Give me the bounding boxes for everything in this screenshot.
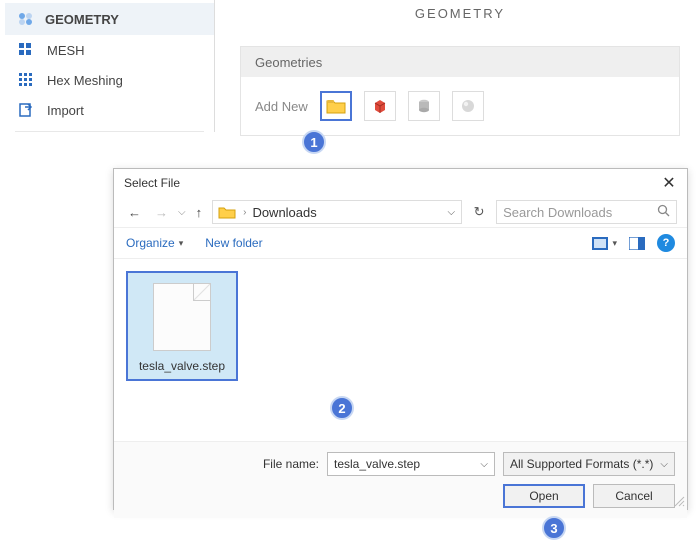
pane-icon: [629, 237, 645, 250]
resize-handle[interactable]: [673, 495, 685, 507]
file-thumb-icon: [153, 283, 211, 351]
add-from-file-button[interactable]: [320, 91, 352, 121]
callout-3: 3: [542, 516, 566, 540]
filename-value: tesla_valve.step: [334, 457, 420, 471]
filename-label: File name:: [263, 457, 319, 471]
sidebar-item-label: MESH: [47, 43, 85, 58]
add-cylinder-button[interactable]: [408, 91, 440, 121]
open-label: Open: [529, 489, 558, 503]
chevron-down-icon: ▾: [612, 238, 617, 249]
filename-input[interactable]: tesla_valve.step ⌵: [327, 452, 495, 476]
path-folder-label: Downloads: [252, 205, 316, 220]
format-value: All Supported Formats (*.*): [510, 457, 653, 471]
dialog-footer: File name: tesla_valve.step ⌵ All Suppor…: [114, 441, 687, 518]
page-title: GEOMETRY: [240, 6, 680, 21]
format-select[interactable]: All Supported Formats (*.*) ⌵: [503, 452, 675, 476]
select-file-dialog: Select File ✕ ← → ⌵ ↑ › Downloads ⌵ ↻ Se…: [113, 168, 688, 510]
import-icon: [17, 102, 35, 118]
file-list: tesla_valve.step: [114, 259, 687, 441]
nav-forward-button[interactable]: →: [151, 205, 172, 220]
geometries-panel-header: Geometries: [241, 47, 679, 77]
dialog-toolbar: Organize ▾ New folder ▾ ?: [114, 227, 687, 259]
view-icon: [592, 237, 608, 250]
dialog-titlebar: Select File ✕: [114, 169, 687, 197]
path-box[interactable]: › Downloads ⌵: [212, 200, 462, 224]
mesh-icon: [17, 42, 35, 58]
refresh-button[interactable]: ↻: [468, 200, 490, 224]
organize-menu[interactable]: Organize ▾: [126, 236, 183, 250]
view-mode-button[interactable]: ▾: [592, 237, 617, 250]
dialog-title-label: Select File: [124, 176, 180, 190]
file-name-label: tesla_valve.step: [134, 359, 230, 373]
new-folder-button[interactable]: New folder: [205, 236, 262, 250]
sidebar-item-import[interactable]: Import: [5, 95, 214, 125]
geometries-panel: Geometries Add New: [240, 46, 680, 136]
close-button[interactable]: ✕: [659, 173, 679, 193]
folder-icon: [217, 203, 237, 221]
organize-label: Organize: [126, 236, 175, 250]
sidebar: GEOMETRY MESH Hex Meshing Import: [5, 0, 215, 132]
chevron-down-icon: ⌵: [480, 459, 488, 470]
sidebar-header-label: GEOMETRY: [45, 12, 119, 27]
panel-title-label: Geometries: [255, 55, 322, 70]
open-button[interactable]: Open: [503, 484, 585, 508]
hex-meshing-icon: [17, 72, 35, 88]
folder-icon: [326, 98, 346, 114]
sidebar-item-hex-meshing[interactable]: Hex Meshing: [5, 65, 214, 95]
search-placeholder: Search Downloads: [503, 205, 612, 220]
chevron-down-icon: ▾: [179, 238, 184, 249]
callout-1: 1: [302, 130, 326, 154]
sphere-icon: [460, 98, 476, 114]
nav-back-button[interactable]: ←: [124, 205, 145, 220]
recent-dropdown[interactable]: ⌵: [178, 207, 186, 218]
sidebar-item-label: Import: [47, 103, 84, 118]
search-icon: [657, 204, 670, 220]
new-folder-label: New folder: [205, 236, 262, 250]
nav-up-button[interactable]: ↑: [192, 205, 207, 220]
help-button[interactable]: ?: [657, 234, 675, 252]
callout-2: 2: [330, 396, 354, 420]
geometries-panel-body: Add New: [241, 77, 679, 135]
path-dropdown[interactable]: ⌵: [448, 207, 458, 218]
sidebar-item-label: Hex Meshing: [47, 73, 123, 88]
chevron-down-icon: ⌵: [660, 459, 668, 470]
sidebar-header-geometry[interactable]: GEOMETRY: [5, 3, 214, 35]
file-item-selected[interactable]: tesla_valve.step: [126, 271, 238, 381]
preview-pane-button[interactable]: [629, 237, 645, 250]
add-sphere-button[interactable]: [452, 91, 484, 121]
chevron-right-icon: ›: [243, 207, 246, 218]
sidebar-item-mesh[interactable]: MESH: [5, 35, 214, 65]
search-input[interactable]: Search Downloads: [496, 200, 677, 224]
cube-icon: [372, 98, 388, 114]
divider: [15, 131, 204, 132]
dialog-navbar: ← → ⌵ ↑ › Downloads ⌵ ↻ Search Downloads: [114, 197, 687, 227]
add-new-label: Add New: [255, 99, 308, 114]
cylinder-icon: [416, 98, 432, 114]
geometry-icon: [17, 12, 35, 26]
cancel-label: Cancel: [615, 489, 652, 503]
add-cube-button[interactable]: [364, 91, 396, 121]
cancel-button[interactable]: Cancel: [593, 484, 675, 508]
